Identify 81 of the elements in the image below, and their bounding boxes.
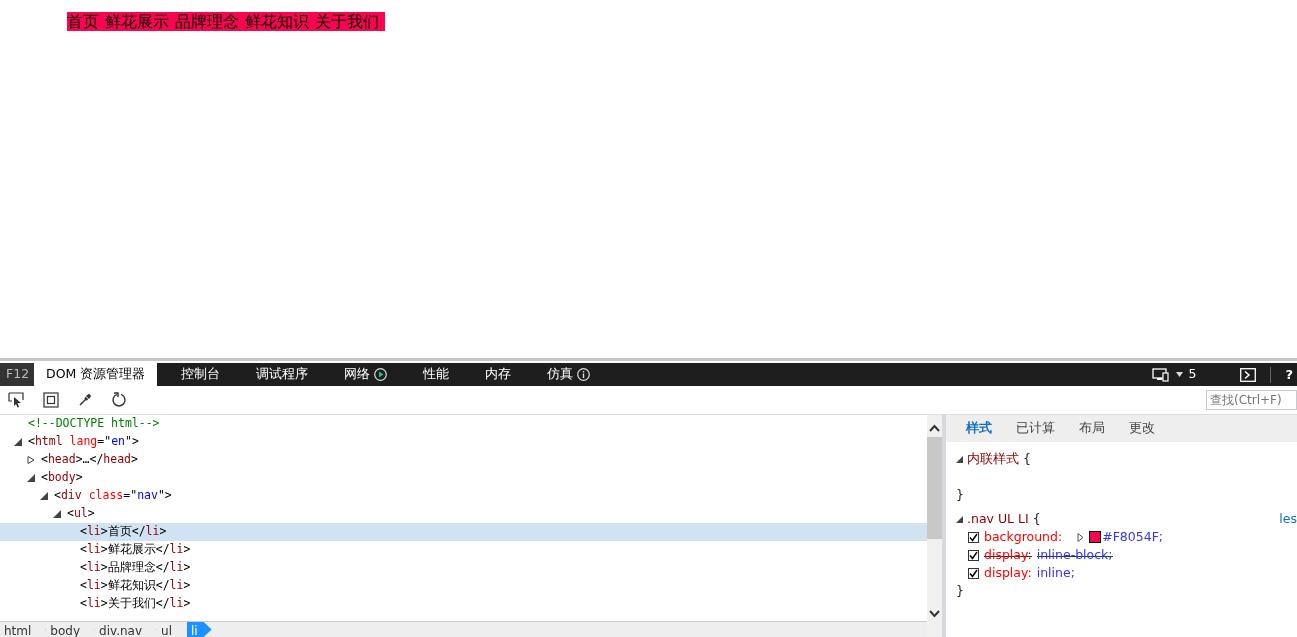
expanded-toggle-icon[interactable] (956, 455, 963, 463)
dom-node-text: <li>鲜花展示</li> (80, 541, 191, 559)
dom-node-row[interactable]: <li>鲜花展示</li> (0, 541, 927, 559)
nav-item[interactable]: 关于我们 (315, 12, 379, 31)
nav-item[interactable]: 首页 (67, 12, 99, 31)
scroll-down-icon[interactable] (928, 609, 941, 619)
scrollbar[interactable] (927, 415, 942, 637)
styles-tab[interactable]: 布局 (1067, 419, 1117, 438)
devtools-tab[interactable]: 控制台 (169, 363, 233, 386)
help-button[interactable]: ? (1285, 364, 1297, 385)
dom-node-row[interactable]: <ul> (0, 505, 927, 523)
devtools-tab[interactable]: 调试程序 (244, 363, 321, 386)
expanded-toggle-icon[interactable] (40, 492, 48, 500)
breadcrumb[interactable]: div.nav (95, 622, 158, 637)
dom-node-text: <li>品牌理念</li> (80, 559, 191, 577)
css-selector: .nav UL LI (967, 510, 1029, 528)
devtools-tab[interactable]: 性能 (411, 363, 462, 386)
dom-node-row[interactable]: <li>鲜花知识</li> (0, 577, 927, 595)
expanded-toggle-icon[interactable] (53, 510, 61, 518)
expanded-toggle-icon[interactable] (14, 438, 22, 446)
dom-node-text: <!--DOCTYPE html--> (28, 415, 160, 433)
devtools-tab[interactable]: DOM 资源管理器 (34, 363, 158, 386)
breadcrumb[interactable]: body (46, 622, 96, 637)
dom-node-row[interactable]: <li>首页</li> (0, 523, 927, 541)
search-field[interactable]: 查找(Ctrl+F) (1206, 390, 1297, 410)
refresh-icon[interactable] (111, 392, 127, 408)
dom-node-row[interactable]: <li>品牌理念</li> (0, 559, 927, 577)
target-count: 5 (1188, 365, 1197, 384)
dom-node-row[interactable]: <html lang="en"> (0, 433, 927, 451)
device-icon[interactable] (1151, 367, 1170, 382)
play-icon (374, 368, 388, 381)
dom-node-text: <ul> (67, 505, 95, 523)
close-brace: } (956, 582, 964, 600)
eyedropper-icon[interactable] (78, 393, 92, 407)
collapsed-toggle-icon[interactable] (27, 456, 35, 464)
scroll-up-icon[interactable] (928, 423, 941, 433)
devtools-tab[interactable]: 仿真 (535, 363, 603, 386)
property-value: inline; (1036, 564, 1075, 582)
styles-tab[interactable]: 样式 (954, 419, 1004, 438)
dom-node-text: <li>关于我们</li> (80, 595, 191, 613)
open-brace: { (1032, 510, 1041, 528)
dom-node-text: <div class="nav"> (54, 487, 172, 505)
open-brace: { (1023, 450, 1031, 468)
dom-node-text: <html lang="en"> (28, 433, 139, 451)
nav-item[interactable]: 鲜花展示 (105, 12, 169, 31)
dom-node-text: <li>首页</li> (80, 523, 167, 541)
property-name: background: (984, 528, 1063, 546)
f12-label: F12 (0, 363, 34, 386)
breadcrumb[interactable]: ul (157, 622, 187, 637)
expanded-toggle-icon[interactable] (956, 515, 963, 523)
dom-node-row[interactable]: <body> (0, 469, 927, 487)
dom-node-text: <body> (41, 469, 83, 487)
dom-node-row[interactable]: <div class="nav"> (0, 487, 927, 505)
box-icon[interactable] (43, 392, 59, 408)
dom-node-row[interactable]: <li>关于我们</li> (0, 595, 927, 613)
property-name: display: (984, 564, 1032, 582)
dom-node-row[interactable]: <head>…</head> (0, 451, 927, 469)
expand-toggle-icon[interactable] (1077, 532, 1085, 542)
dom-node-text: <head>…</head> (41, 451, 138, 469)
checkbox[interactable] (968, 531, 979, 543)
caret-icon[interactable] (1175, 372, 1183, 377)
checkbox[interactable] (968, 567, 979, 579)
devtools-tab[interactable]: 网络 (332, 363, 400, 386)
breadcrumb[interactable]: html (0, 622, 47, 637)
dom-node-text: <li>鲜花知识</li> (80, 577, 191, 595)
expanded-toggle-icon[interactable] (27, 474, 35, 482)
info-icon (577, 368, 591, 381)
select-element-icon[interactable] (8, 392, 24, 408)
nav-item[interactable]: 品牌理念 (175, 12, 239, 31)
checkbox[interactable] (968, 549, 979, 561)
devtools-tab[interactable]: 内存 (473, 363, 524, 386)
console-icon[interactable] (1240, 367, 1257, 382)
styles-tab[interactable]: 已计算 (1004, 419, 1067, 438)
nav-item[interactable]: 鲜花知识 (245, 12, 309, 31)
dom-node-row[interactable]: <!--DOCTYPE html--> (0, 415, 927, 433)
source-link[interactable]: les (1279, 510, 1297, 528)
close-brace: } (956, 486, 964, 504)
css-selector: 内联样式 (967, 450, 1019, 468)
styles-tab[interactable]: 更改 (1117, 419, 1167, 438)
color-swatch[interactable] (1089, 531, 1102, 543)
property-value: #F8054F; (1102, 528, 1164, 546)
